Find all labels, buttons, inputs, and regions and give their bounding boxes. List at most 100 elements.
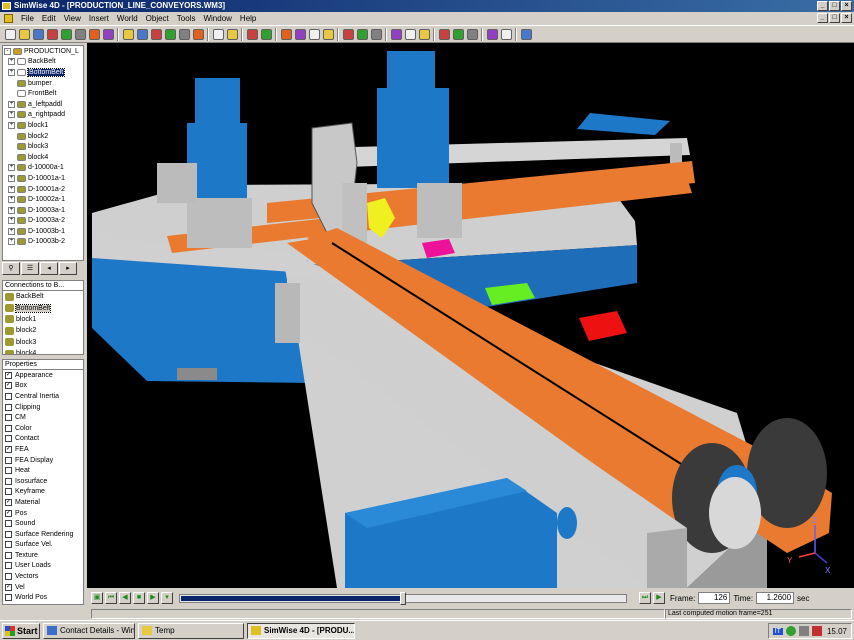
cone-icon[interactable] — [322, 28, 334, 40]
property-checkbox[interactable] — [5, 456, 12, 464]
fit-icon[interactable] — [178, 28, 190, 40]
property-checkbox[interactable] — [5, 541, 12, 549]
rewind-start-button[interactable]: ⏮ — [105, 592, 117, 604]
doc-restore-button[interactable]: □ — [829, 13, 840, 23]
task-contact-details[interactable]: Contact Details - Windo... — [43, 622, 135, 639]
property-item[interactable]: Texture — [3, 550, 83, 561]
property-item[interactable]: Sound — [3, 518, 83, 529]
doc-minimize-button[interactable]: _ — [817, 13, 828, 23]
property-checkbox[interactable]: ✓ — [5, 509, 12, 517]
undo-icon[interactable] — [88, 28, 100, 40]
step-back-button[interactable]: ◀ — [119, 592, 131, 604]
document-icon[interactable] — [4, 14, 13, 23]
sensor-icon[interactable] — [418, 28, 430, 40]
wire-icon[interactable] — [226, 28, 238, 40]
camera-icon[interactable] — [438, 28, 450, 40]
properties-list[interactable]: ✓ Appearance ✓ Box Central Inertia Clipping CM… — [2, 370, 84, 605]
redo-icon[interactable] — [102, 28, 114, 40]
property-item[interactable]: Clipping — [3, 402, 83, 413]
expand-toggle-icon[interactable]: + — [8, 164, 15, 172]
property-checkbox[interactable] — [5, 467, 12, 475]
conveyor-scene[interactable]: Z X Y — [87, 43, 854, 588]
spring-icon[interactable] — [356, 28, 368, 40]
meter-icon[interactable] — [466, 28, 478, 40]
property-checkbox[interactable]: ✓ — [5, 382, 12, 390]
minimize-button[interactable]: _ — [817, 1, 828, 11]
track-icon[interactable] — [520, 28, 532, 40]
tab-list-icon[interactable]: ☰ — [21, 262, 39, 275]
property-checkbox[interactable]: ✓ — [5, 371, 12, 379]
tree-item[interactable]: + a_rightpadd — [3, 110, 83, 121]
property-checkbox[interactable] — [5, 520, 12, 528]
close-button[interactable]: × — [841, 1, 852, 11]
slider-thumb[interactable] — [400, 591, 406, 605]
property-item[interactable]: World Pos — [3, 592, 83, 603]
render-icon[interactable] — [212, 28, 224, 40]
tree-item[interactable]: bumper — [3, 78, 83, 89]
expand-toggle-icon[interactable]: + — [8, 196, 15, 204]
tree-item[interactable]: block4 — [3, 152, 83, 163]
language-indicator[interactable]: IT — [772, 627, 783, 635]
tree-item[interactable]: + D-10002a-1 — [3, 194, 83, 205]
expand-toggle-icon[interactable]: + — [8, 100, 15, 108]
property-checkbox[interactable] — [5, 573, 12, 581]
connections-list[interactable]: BackBelt BottomBelt block1 block2 block3 bloc… — [2, 291, 84, 355]
save-icon[interactable] — [32, 28, 44, 40]
connection-item[interactable]: block4 — [3, 348, 83, 354]
property-item[interactable]: Color — [3, 423, 83, 434]
open-icon[interactable] — [18, 28, 30, 40]
tree-item[interactable]: + D-10003a-2 — [3, 216, 83, 227]
property-checkbox[interactable] — [5, 435, 12, 443]
tree-item[interactable]: - PRODUCTION_L — [3, 46, 83, 57]
property-checkbox[interactable] — [5, 551, 12, 559]
zoom-box-icon[interactable] — [192, 28, 204, 40]
tree-item[interactable]: + D-10003a-1 — [3, 205, 83, 216]
property-item[interactable]: CM — [3, 412, 83, 423]
task-simwise[interactable]: SimWise 4D - [PRODU... — [247, 622, 355, 639]
property-checkbox[interactable] — [5, 594, 12, 602]
motor-icon[interactable] — [404, 28, 416, 40]
expand-toggle-icon[interactable]: + — [8, 111, 15, 119]
property-item[interactable]: Surface Rendering — [3, 529, 83, 540]
property-checkbox[interactable] — [5, 488, 12, 496]
time-input[interactable]: 1.2600 — [756, 592, 795, 604]
menu-help[interactable]: Help — [236, 12, 260, 25]
property-item[interactable]: Heat — [3, 465, 83, 476]
expand-toggle-icon[interactable]: + — [8, 217, 15, 225]
expand-toggle-icon[interactable]: - — [4, 47, 11, 55]
play-button[interactable]: ▶ — [147, 592, 159, 604]
expand-toggle-icon[interactable]: + — [8, 58, 15, 66]
property-item[interactable]: ✓ Appearance — [3, 370, 83, 381]
cylinder-icon[interactable] — [308, 28, 320, 40]
property-item[interactable]: Keyframe — [3, 487, 83, 498]
expand-toggle-icon[interactable]: + — [8, 68, 15, 76]
property-item[interactable]: ✓ FEA — [3, 444, 83, 455]
property-item[interactable]: Vectors — [3, 571, 83, 582]
menu-file[interactable]: File — [17, 12, 38, 25]
frame-slider[interactable] — [179, 591, 627, 605]
step-forward-button[interactable]: ▶ — [653, 592, 665, 604]
expand-toggle-icon[interactable]: + — [8, 185, 15, 193]
menu-view[interactable]: View — [60, 12, 85, 25]
doc-close-button[interactable]: × — [841, 13, 852, 23]
tree-item[interactable]: block3 — [3, 141, 83, 152]
property-checkbox[interactable] — [5, 392, 12, 400]
connection-item[interactable]: BackBelt — [3, 291, 83, 302]
step-end-button[interactable]: ⏭ — [639, 592, 651, 604]
rotate-icon[interactable] — [136, 28, 148, 40]
property-item[interactable]: Central Inertia — [3, 391, 83, 402]
connection-item[interactable]: BottomBelt — [3, 302, 83, 313]
property-item[interactable]: FEA Display — [3, 455, 83, 466]
network-icon[interactable] — [785, 626, 796, 636]
property-item[interactable]: Surface Vel. — [3, 540, 83, 551]
connection-item[interactable]: block3 — [3, 337, 83, 348]
connection-item[interactable]: block2 — [3, 325, 83, 336]
menu-object[interactable]: Object — [142, 12, 173, 25]
tree-item[interactable]: + BackBelt — [3, 57, 83, 68]
zoom-icon[interactable] — [164, 28, 176, 40]
menu-insert[interactable]: Insert — [85, 12, 113, 25]
frame-input[interactable]: 126 — [698, 592, 731, 604]
menu-world[interactable]: World — [113, 12, 142, 25]
property-item[interactable]: ✓ Vel — [3, 582, 83, 593]
record-mode-button[interactable]: ▣ — [91, 592, 103, 604]
